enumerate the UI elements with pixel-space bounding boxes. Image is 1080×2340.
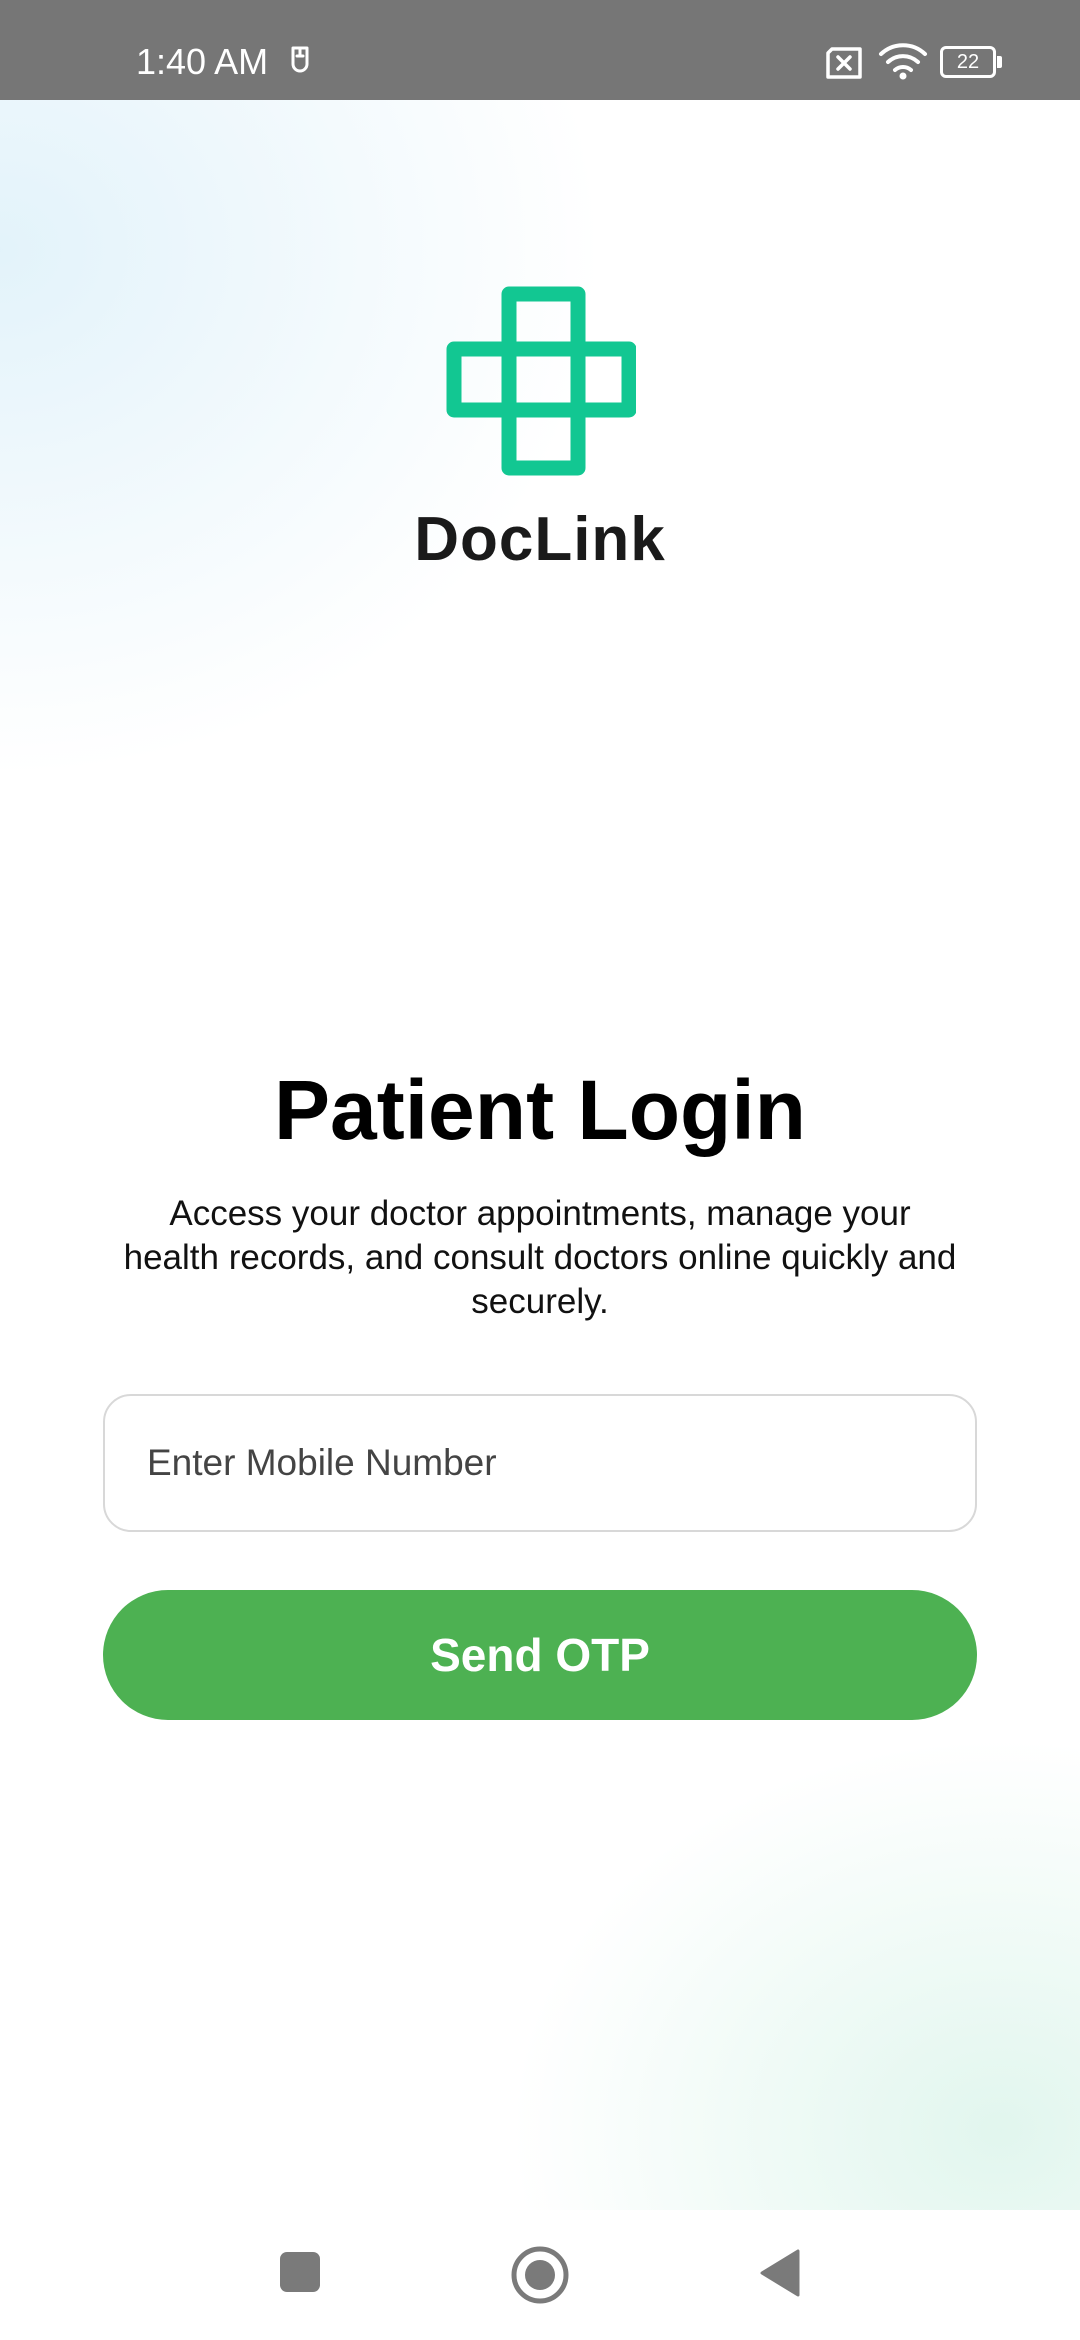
back-icon[interactable] — [758, 2248, 802, 2298]
navigation-bar — [0, 2210, 1080, 2340]
page-title: Patient Login — [274, 1063, 806, 1157]
battery-level: 22 — [956, 51, 980, 73]
page-subtitle: Access your doctor appointments, manage … — [123, 1194, 957, 1321]
screen: 1:40 AM 22 DocLink Patient Login Access … — [0, 0, 1080, 2340]
sim-off-icon — [826, 47, 862, 79]
status-bar: 1:40 AM 22 — [0, 0, 1080, 100]
wifi-icon — [879, 43, 927, 80]
send-otp-button[interactable]: Send OTP — [103, 1590, 977, 1720]
mobile-number-input[interactable] — [103, 1394, 977, 1532]
home-icon[interactable] — [509, 2244, 571, 2306]
app-body: DocLink Patient Login Access your doctor… — [0, 100, 1080, 2210]
alarm-icon — [291, 46, 309, 73]
recents-icon[interactable] — [278, 2250, 322, 2294]
status-time: 1:40 AM — [136, 41, 269, 82]
medical-cross-logo-icon — [446, 286, 636, 476]
brand-name: DocLink — [414, 505, 666, 574]
battery-icon: 22 — [940, 46, 1002, 78]
